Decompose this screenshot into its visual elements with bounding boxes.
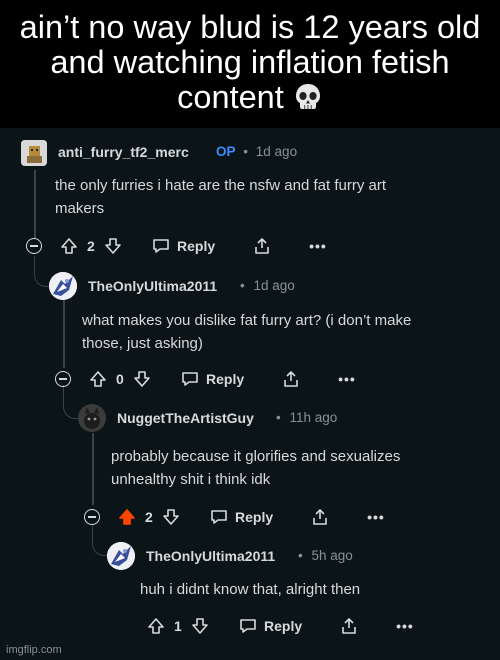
imgflip-watermark: imgflip.com — [6, 644, 62, 656]
op-badge: OP — [216, 144, 236, 159]
reply-label: Reply — [235, 509, 274, 525]
comment-username[interactable]: TheOnlyUltima2011 — [88, 278, 217, 294]
reply-label: Reply — [264, 618, 303, 634]
share-icon[interactable] — [253, 237, 271, 255]
comment-actions: 2 Reply ••• — [84, 504, 385, 530]
comment-timestamp[interactable]: 5h ago — [312, 548, 353, 563]
thread-line-2 — [63, 300, 65, 368]
comment-actions: 2 Reply ••• — [26, 233, 327, 259]
avatar[interactable] — [78, 404, 106, 432]
skull-emoji-icon — [295, 84, 320, 109]
reply-icon — [182, 372, 198, 386]
nugget-avatar-icon — [78, 404, 106, 432]
reply-icon — [211, 510, 227, 524]
more-options-button[interactable]: ••• — [309, 238, 327, 254]
comment-timestamp[interactable]: 1d ago — [254, 278, 295, 293]
downvote-icon[interactable] — [104, 237, 122, 255]
avatar[interactable] — [107, 542, 135, 570]
comment-username[interactable]: anti_furry_tf2_merc — [58, 144, 189, 160]
upvote-icon[interactable] — [147, 617, 165, 635]
more-options-button[interactable]: ••• — [338, 371, 356, 387]
reply-icon — [240, 619, 256, 633]
collapse-thread-button[interactable] — [55, 371, 71, 387]
comment-body-line: what makes you dislike fat furry art? (i… — [82, 312, 412, 329]
share-icon[interactable] — [311, 508, 329, 526]
comment-username[interactable]: TheOnlyUltima2011 — [146, 548, 275, 564]
comment-body-line: the only furries i hate are the nsfw and… — [55, 177, 386, 194]
upvote-icon-active[interactable] — [118, 508, 136, 526]
comment-actions: 1 Reply ••• — [147, 613, 414, 639]
comment-username[interactable]: NuggetTheArtistGuy — [117, 410, 254, 426]
comment-body: huh i didnt know that, alright then — [140, 579, 360, 602]
comment-body-line: unhealthy shit i think idk — [111, 470, 271, 488]
comment-meta: OP • 1d ago — [216, 144, 297, 159]
merc-avatar-icon — [21, 140, 47, 166]
comment-body: the only furries i hate are the nsfw and… — [55, 175, 386, 220]
comment-actions: 0 Reply ••• — [55, 366, 356, 392]
collapse-thread-button[interactable] — [26, 238, 42, 254]
meta-separator: • — [240, 278, 245, 293]
thread-line-3 — [92, 433, 94, 505]
reply-button[interactable]: Reply — [181, 370, 244, 388]
reply-icon — [153, 239, 169, 253]
meme-caption: ain’t no way blud is 12 years old and wa… — [0, 0, 500, 128]
vote-count: 0 — [116, 371, 124, 387]
more-options-button[interactable]: ••• — [396, 618, 414, 634]
comment-body-line: huh i didnt know that, alright then — [140, 581, 361, 598]
comment-body-line: makers — [55, 199, 105, 217]
thread-line-1 — [34, 170, 36, 238]
vote-count: 2 — [145, 509, 153, 525]
thread-elbow-1 — [34, 256, 49, 287]
meta-separator: • — [298, 548, 303, 563]
meta-separator: • — [276, 410, 281, 425]
comment-body: what makes you dislike fat furry art? (i… — [82, 310, 411, 355]
vote-count: 1 — [174, 618, 182, 634]
share-icon[interactable] — [282, 370, 300, 388]
comment-thread: anti_furry_tf2_merc OP • 1d ago the only… — [0, 128, 500, 660]
comment-body: probably because it glorifies and sexual… — [111, 446, 400, 491]
meta-separator: • — [243, 144, 249, 159]
caption-text: ain’t no way blud is 12 years old and wa… — [19, 9, 481, 115]
avatar[interactable] — [49, 272, 77, 300]
ultima-avatar-icon — [107, 542, 135, 570]
downvote-icon[interactable] — [162, 508, 180, 526]
reply-label: Reply — [177, 238, 216, 254]
downvote-icon[interactable] — [191, 617, 209, 635]
comment-body-line: probably because it glorifies and sexual… — [111, 448, 401, 465]
more-options-button[interactable]: ••• — [367, 509, 385, 525]
reply-button[interactable]: Reply — [239, 617, 302, 635]
avatar[interactable] — [21, 140, 47, 166]
comment-meta: • 5h ago — [298, 548, 353, 563]
reply-label: Reply — [206, 371, 245, 387]
vote-count: 2 — [87, 238, 95, 254]
upvote-icon[interactable] — [89, 370, 107, 388]
comment-meta: • 1d ago — [240, 278, 295, 293]
ultima-avatar-icon — [49, 272, 77, 300]
comment-meta: • 11h ago — [276, 410, 337, 425]
comment-timestamp[interactable]: 11h ago — [290, 410, 338, 425]
reply-button[interactable]: Reply — [152, 237, 215, 255]
downvote-icon[interactable] — [133, 370, 151, 388]
reply-button[interactable]: Reply — [210, 508, 273, 526]
share-icon[interactable] — [340, 617, 358, 635]
collapse-thread-button[interactable] — [84, 509, 100, 525]
comment-body-line: those, just asking) — [82, 334, 203, 352]
comment-timestamp[interactable]: 1d ago — [256, 144, 297, 159]
upvote-icon[interactable] — [60, 237, 78, 255]
